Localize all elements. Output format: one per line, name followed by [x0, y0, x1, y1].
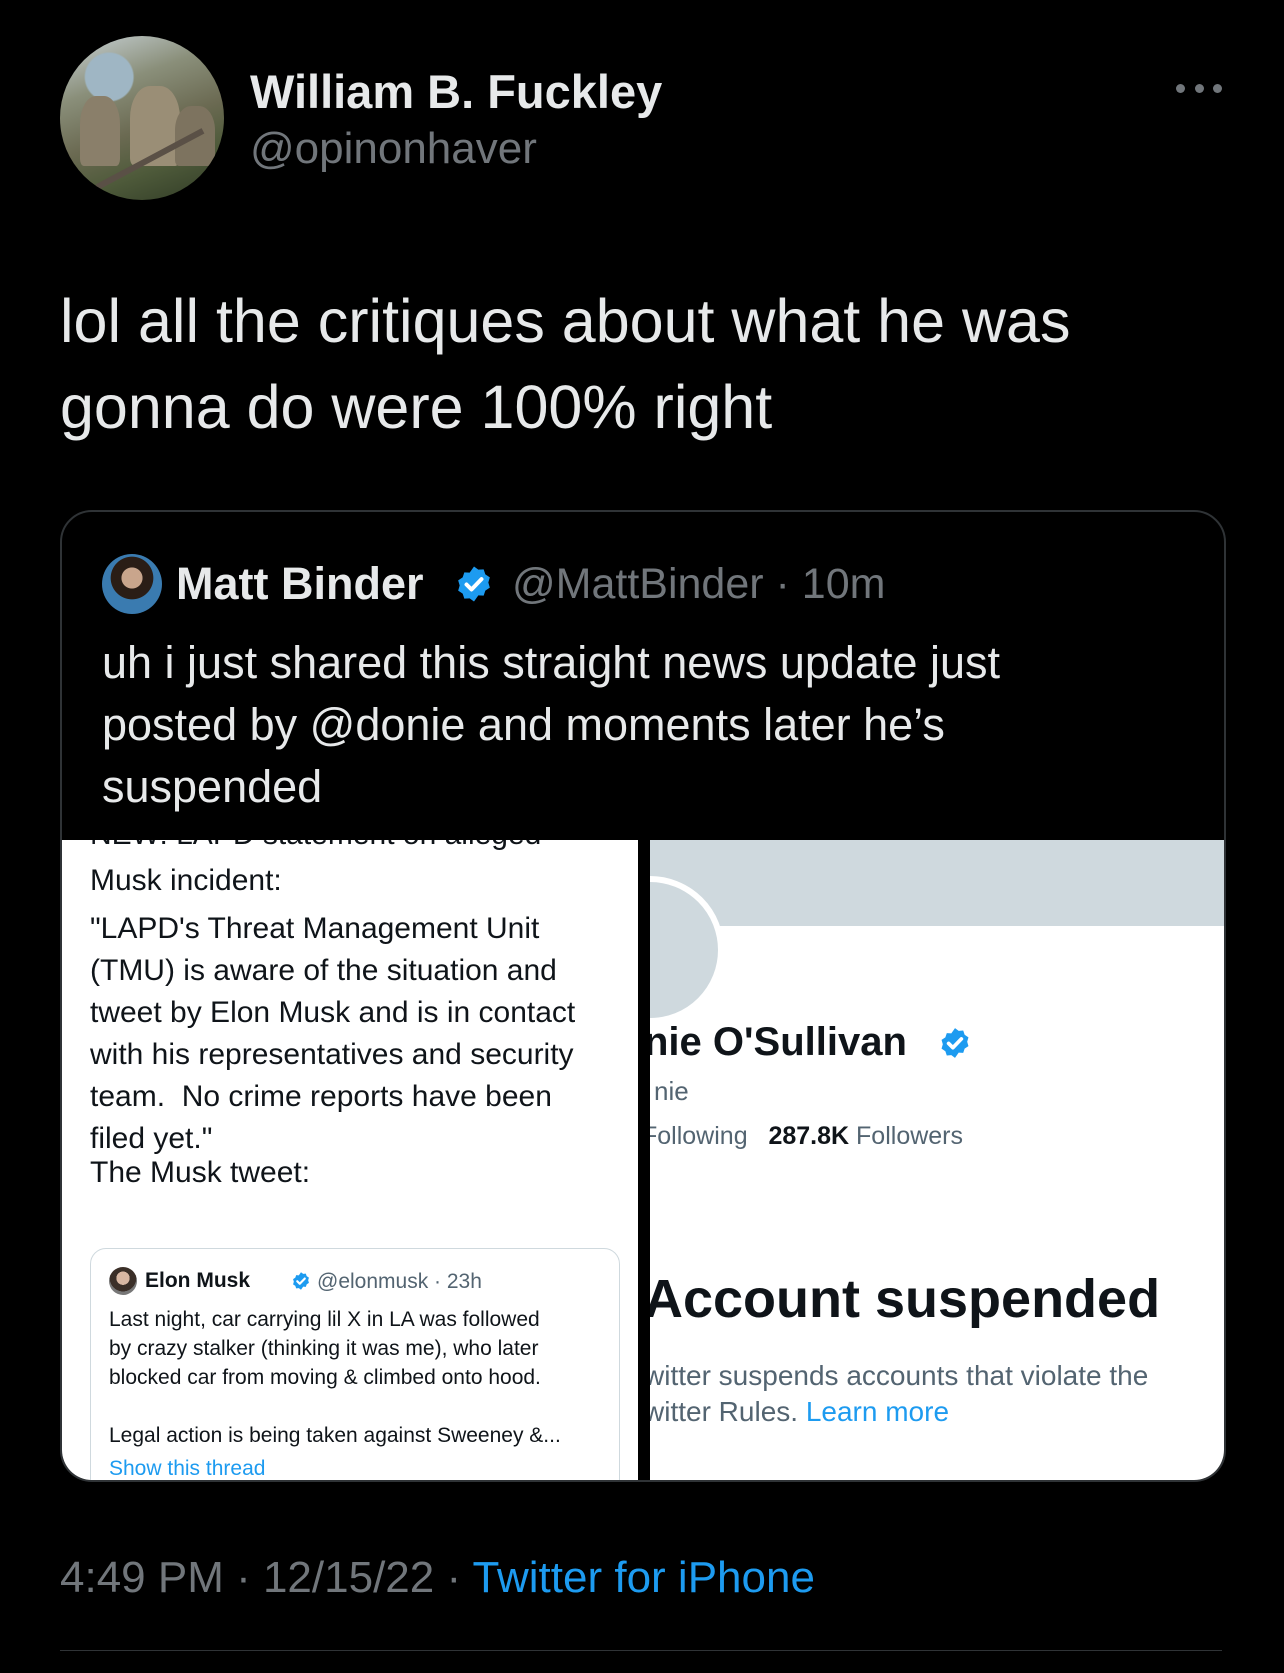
following-label: Following [650, 1122, 748, 1150]
embedded-handle-time: @elonmusk · 23h [317, 1270, 482, 1293]
embedded-text: Last night, car carrying lil X in LA was… [109, 1308, 561, 1447]
statement-header: NEW: LAPD statement on alleged [90, 840, 541, 852]
tweet-timestamp[interactable]: 4:49 PM · 12/15/22 · [60, 1553, 473, 1602]
lapd-statement-image[interactable]: NEW: LAPD statement on alleged Musk inci… [62, 840, 638, 1480]
author-name[interactable]: William B. Fuckley [250, 64, 662, 119]
quoted-author-avatar[interactable] [102, 554, 162, 614]
image-divider [638, 840, 650, 1480]
followers-label: Followers [856, 1122, 964, 1150]
embedded-name: Elon Musk [145, 1269, 251, 1292]
tweet-source-link[interactable]: Twitter for iPhone [473, 1553, 815, 1602]
quoted-media[interactable]: NEW: LAPD statement on alleged Musk inci… [62, 840, 1224, 1480]
author-avatar[interactable] [60, 36, 224, 200]
quoted-author-name[interactable]: Matt Binder [176, 558, 424, 610]
verified-badge-icon [458, 566, 490, 602]
musk-tweet-label: The Musk tweet: [90, 1156, 311, 1189]
followers-count: 287.8K [768, 1122, 850, 1150]
verified-badge-icon [941, 1028, 969, 1058]
verified-badge-icon [293, 1272, 309, 1290]
learn-more-link: Learn more [805, 1396, 950, 1427]
suspended-title: Account suspended [650, 1269, 1161, 1329]
quoted-handle-time[interactable]: @MattBinder · 10m [512, 560, 885, 609]
show-thread-link: Show this thread [109, 1457, 266, 1480]
divider-line [60, 1650, 1222, 1651]
statement-intro: Musk incident: [90, 864, 282, 897]
suspended-profile-image[interactable]: nie O'Sullivan nie Following 287.8K Foll… [650, 840, 1224, 1480]
tweet-text: lol all the critiques about what he was … [60, 287, 1071, 441]
statement-quote: "LAPD's Threat Management Unit (TMU) is … [90, 912, 576, 1155]
author-handle[interactable]: @opinonhaver [250, 124, 537, 174]
profile-handle: nie [654, 1076, 689, 1106]
profile-follow-counts: Following 287.8K Followers [650, 1122, 963, 1151]
profile-banner [650, 840, 1224, 926]
tweet-meta: 4:49 PM · 12/15/22 · Twitter for iPhone [60, 1553, 815, 1603]
suspended-text: witter suspends accounts that violate th… [650, 1358, 1224, 1430]
profile-name: nie O'Sullivan [650, 1020, 907, 1064]
embedded-tweet: Elon Musk @elonmusk · 23h Last night, ca… [90, 1248, 620, 1480]
quoted-tweet-text: uh i just shared this straight news upda… [102, 637, 1001, 812]
embedded-avatar [109, 1267, 137, 1295]
quoted-tweet-card[interactable]: Matt Binder @MattBinder · 10m uh i just … [60, 510, 1226, 1482]
more-options-icon[interactable] [1176, 76, 1222, 100]
